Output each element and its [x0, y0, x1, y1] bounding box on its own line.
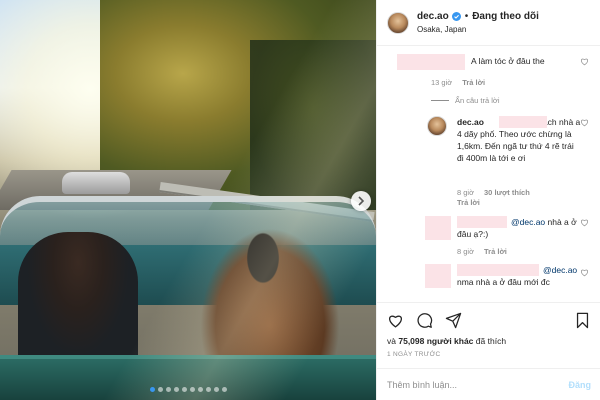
carousel-dot [189, 387, 195, 392]
separator-dot: • [464, 11, 469, 22]
reply-button[interactable]: Trả lời [484, 247, 507, 256]
like-comment-icon[interactable] [580, 57, 589, 66]
divider [431, 100, 449, 101]
comment-text: A làm tóc ở đâu the [471, 56, 545, 66]
comment: @dec.ao nhà a ở đâu ạ?:) 8 giờ Trả lời [387, 204, 591, 256]
likes-summary[interactable]: và 75,098 người khác đã thích [387, 336, 591, 346]
comments-list[interactable]: A làm tóc ở đâu the 13 giờ Trả lời Ẩn câ… [377, 46, 600, 302]
add-comment-bar: Đăng [377, 368, 600, 400]
redacted-text [499, 116, 547, 128]
carousel-dot [181, 387, 187, 392]
reply-button[interactable]: Trả lời [462, 78, 485, 87]
carousel-dot [197, 387, 203, 392]
following-button[interactable]: Đang theo dõi [472, 11, 539, 22]
like-comment-icon[interactable] [580, 218, 589, 227]
carousel-dot [205, 387, 211, 392]
carousel-dot [173, 387, 179, 392]
carousel-dot [157, 387, 163, 392]
share-icon[interactable] [445, 312, 462, 329]
post-header: dec.ao • Đang theo dõi Osaka, Japan [377, 0, 600, 46]
carousel-indicator [0, 387, 376, 392]
redacted-username [397, 54, 465, 70]
comment-text: nma nhà a ở đâu mới đc [457, 277, 550, 287]
heart-icon[interactable] [387, 312, 404, 329]
lens-flare [0, 0, 376, 400]
comment-time: 8 giờ [457, 247, 475, 256]
carousel-dot [213, 387, 219, 392]
reply-time: 8 giờ [457, 188, 475, 197]
reply-comment: dec.ao cách nhà a 4 dãy phố. Theo ước ch… [387, 106, 591, 207]
bookmark-icon[interactable] [574, 312, 591, 329]
comment-input[interactable] [387, 379, 569, 390]
hide-replies-button[interactable]: Ẩn câu trả lời [431, 96, 500, 105]
like-comment-icon[interactable] [580, 268, 589, 277]
hide-replies-label: Ẩn câu trả lời [455, 96, 500, 105]
carousel-dot [165, 387, 171, 392]
carousel-dot [221, 387, 227, 392]
post-actions: và 75,098 người khác đã thích 1 NGÀY TRƯ… [377, 302, 600, 366]
mention-link[interactable]: @dec.ao [543, 265, 577, 275]
redacted-username [457, 264, 539, 276]
likes-count: 75,098 [398, 336, 425, 346]
redacted-avatar [425, 216, 451, 240]
post-photo[interactable] [0, 0, 376, 400]
verified-badge-icon [451, 12, 461, 21]
like-comment-icon[interactable] [580, 118, 589, 127]
post-time: 1 NGÀY TRƯỚC [387, 351, 441, 358]
comment: A làm tóc ở đâu the 13 giờ Trả lời Ẩn câ… [387, 46, 591, 106]
reply-likes[interactable]: 30 lượt thích [484, 188, 530, 197]
comment: @dec.ao nma nhà a ở đâu mới đc [387, 256, 591, 302]
mention-link[interactable]: @dec.ao [511, 217, 545, 227]
carousel-dot [149, 387, 155, 392]
comment-icon[interactable] [416, 312, 433, 329]
avatar[interactable] [427, 116, 447, 136]
chevron-right-icon [358, 196, 365, 206]
post-comment-button[interactable]: Đăng [569, 380, 592, 390]
username-link[interactable]: dec.ao [417, 11, 449, 22]
redacted-avatar [425, 264, 451, 288]
comment-time: 13 giờ [431, 78, 453, 87]
post-side-panel: dec.ao • Đang theo dõi Osaka, Japan A là… [376, 0, 600, 400]
reply-username[interactable]: dec.ao [457, 117, 484, 127]
location-link[interactable]: Osaka, Japan [417, 25, 539, 34]
carousel-next-button[interactable] [351, 191, 371, 211]
avatar[interactable] [387, 11, 409, 34]
